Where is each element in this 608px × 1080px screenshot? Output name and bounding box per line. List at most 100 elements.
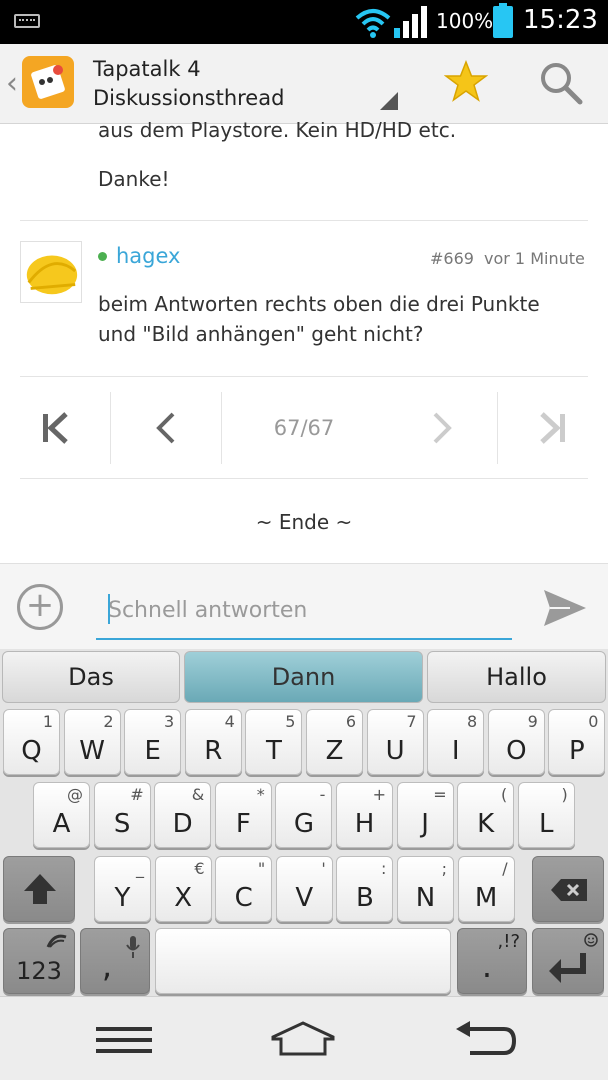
enter-icon: [549, 953, 586, 983]
tapatalk-app-icon[interactable]: [22, 56, 74, 108]
backspace-key[interactable]: [532, 856, 604, 922]
back-icon[interactable]: [454, 1021, 516, 1057]
key-label: P: [569, 736, 585, 766]
post-username[interactable]: hagex: [116, 244, 181, 268]
enter-key[interactable]: [532, 928, 604, 994]
add-attachment-button[interactable]: +: [17, 584, 63, 630]
online-status-dot: [98, 252, 107, 261]
space-bar[interactable]: [155, 928, 451, 994]
first-page-button[interactable]: [0, 392, 110, 464]
key-secondary-label: *: [256, 785, 265, 804]
key-u[interactable]: 7U: [366, 709, 424, 775]
key-label: J: [421, 809, 429, 839]
avatar[interactable]: [20, 241, 82, 303]
key-b[interactable]: :B: [336, 856, 394, 922]
key-label: I: [451, 736, 460, 766]
key-x[interactable]: € X: [154, 856, 212, 922]
key-label: G: [293, 809, 314, 839]
key-label: E: [144, 736, 161, 766]
key-d[interactable]: & D: [154, 782, 212, 848]
comma-key[interactable]: ,: [80, 928, 150, 994]
key-j[interactable]: = J: [396, 782, 454, 848]
key-label: Z: [325, 736, 344, 766]
key-k[interactable]: (K: [457, 782, 515, 848]
key-a[interactable]: @ A: [33, 782, 90, 848]
key-q[interactable]: 1Q: [3, 709, 60, 775]
home-icon[interactable]: [270, 1021, 336, 1057]
suggestion-1[interactable]: Das: [2, 651, 180, 703]
key-secondary-label: 0: [588, 712, 599, 731]
period-key[interactable]: ,!? .: [457, 928, 527, 994]
key-n[interactable]: ; N: [397, 856, 454, 922]
post-text-line-1: beim Antworten rechts oben die drei Punk…: [98, 292, 540, 316]
key-label: X: [174, 883, 192, 913]
shift-key[interactable]: [3, 856, 75, 922]
clock: 15:23: [523, 5, 598, 35]
wifi-icon: [355, 9, 391, 38]
key-p[interactable]: 0P: [548, 709, 606, 775]
key-label: Y: [114, 883, 131, 913]
previous-page-button[interactable]: [111, 392, 221, 464]
first-page-icon: [43, 412, 68, 444]
key-label: V: [295, 883, 314, 913]
dropdown-indicator-icon[interactable]: [380, 92, 398, 110]
chevron-left-icon: [156, 412, 175, 444]
post-time: vor 1 Minute: [484, 249, 585, 268]
key-secondary-label: (: [500, 785, 508, 804]
suggestion-2[interactable]: Dann: [184, 651, 423, 703]
key-label: L: [539, 809, 554, 839]
thread-title[interactable]: Diskussionsthread: [93, 86, 284, 110]
key-y[interactable]: _ Y: [94, 856, 151, 922]
key-z[interactable]: 6Z: [306, 709, 363, 775]
key-s[interactable]: # S: [93, 782, 151, 848]
search-icon[interactable]: [538, 60, 584, 106]
key-secondary-label: 3: [164, 712, 175, 731]
quick-reply-input[interactable]: [96, 582, 512, 640]
keyboard-notification-icon: [14, 14, 40, 28]
key-w[interactable]: 2W: [63, 709, 121, 775]
key-e[interactable]: 3E: [124, 709, 182, 775]
key-secondary-label: 4: [224, 712, 235, 731]
key-secondary-label: 7: [406, 712, 417, 731]
key-i[interactable]: 8I: [427, 709, 485, 775]
key-r[interactable]: 4R: [184, 709, 242, 775]
post-number: #669: [430, 249, 474, 268]
key-t[interactable]: 5T: [245, 709, 303, 775]
key-secondary-label: #: [130, 785, 144, 804]
key-secondary-label: /: [502, 859, 508, 878]
action-bar: ‹: [0, 44, 608, 124]
next-page-button[interactable]: [387, 392, 497, 464]
soft-keyboard: Das Dann Hallo 1Q2W3E4R5T6Z7U8I9O0P @ A # S…: [0, 649, 608, 996]
key-secondary-label: _: [136, 859, 144, 878]
key-secondary-label: 6: [345, 712, 356, 731]
text-cursor: [108, 594, 110, 624]
send-icon[interactable]: [540, 586, 590, 630]
system-navigation-bar: [0, 996, 608, 1080]
key-label: M: [474, 883, 498, 913]
key-label: H: [354, 809, 375, 839]
key-g[interactable]: -G: [275, 782, 333, 848]
up-navigation-icon[interactable]: ‹: [6, 66, 18, 101]
key-m[interactable]: / M: [457, 856, 515, 922]
backspace-icon: [551, 879, 587, 901]
key-o[interactable]: 9O: [487, 709, 545, 775]
page-indicator[interactable]: 67/67: [221, 392, 387, 464]
key-l[interactable]: ) L: [517, 782, 575, 848]
key-h[interactable]: + H: [336, 782, 393, 848]
key-secondary-label: 5: [285, 712, 296, 731]
key-label: K: [477, 809, 495, 839]
key-c[interactable]: " C: [215, 856, 273, 922]
suggestion-3[interactable]: Hallo: [427, 651, 606, 703]
key-secondary-label: &: [191, 785, 205, 804]
period-key-label: .: [481, 947, 493, 985]
star-icon[interactable]: [444, 60, 488, 104]
last-page-button[interactable]: [498, 392, 608, 464]
last-page-icon: [540, 412, 565, 444]
menu-icon[interactable]: [96, 1025, 152, 1055]
key-secondary-label: ": [257, 859, 266, 878]
key-v[interactable]: ' V: [275, 856, 333, 922]
status-bar: 100% 15:23: [0, 0, 608, 44]
key-f[interactable]: * F: [214, 782, 272, 848]
pagination-bar: 67/67: [0, 392, 608, 464]
key-secondary-label: 2: [103, 712, 114, 731]
